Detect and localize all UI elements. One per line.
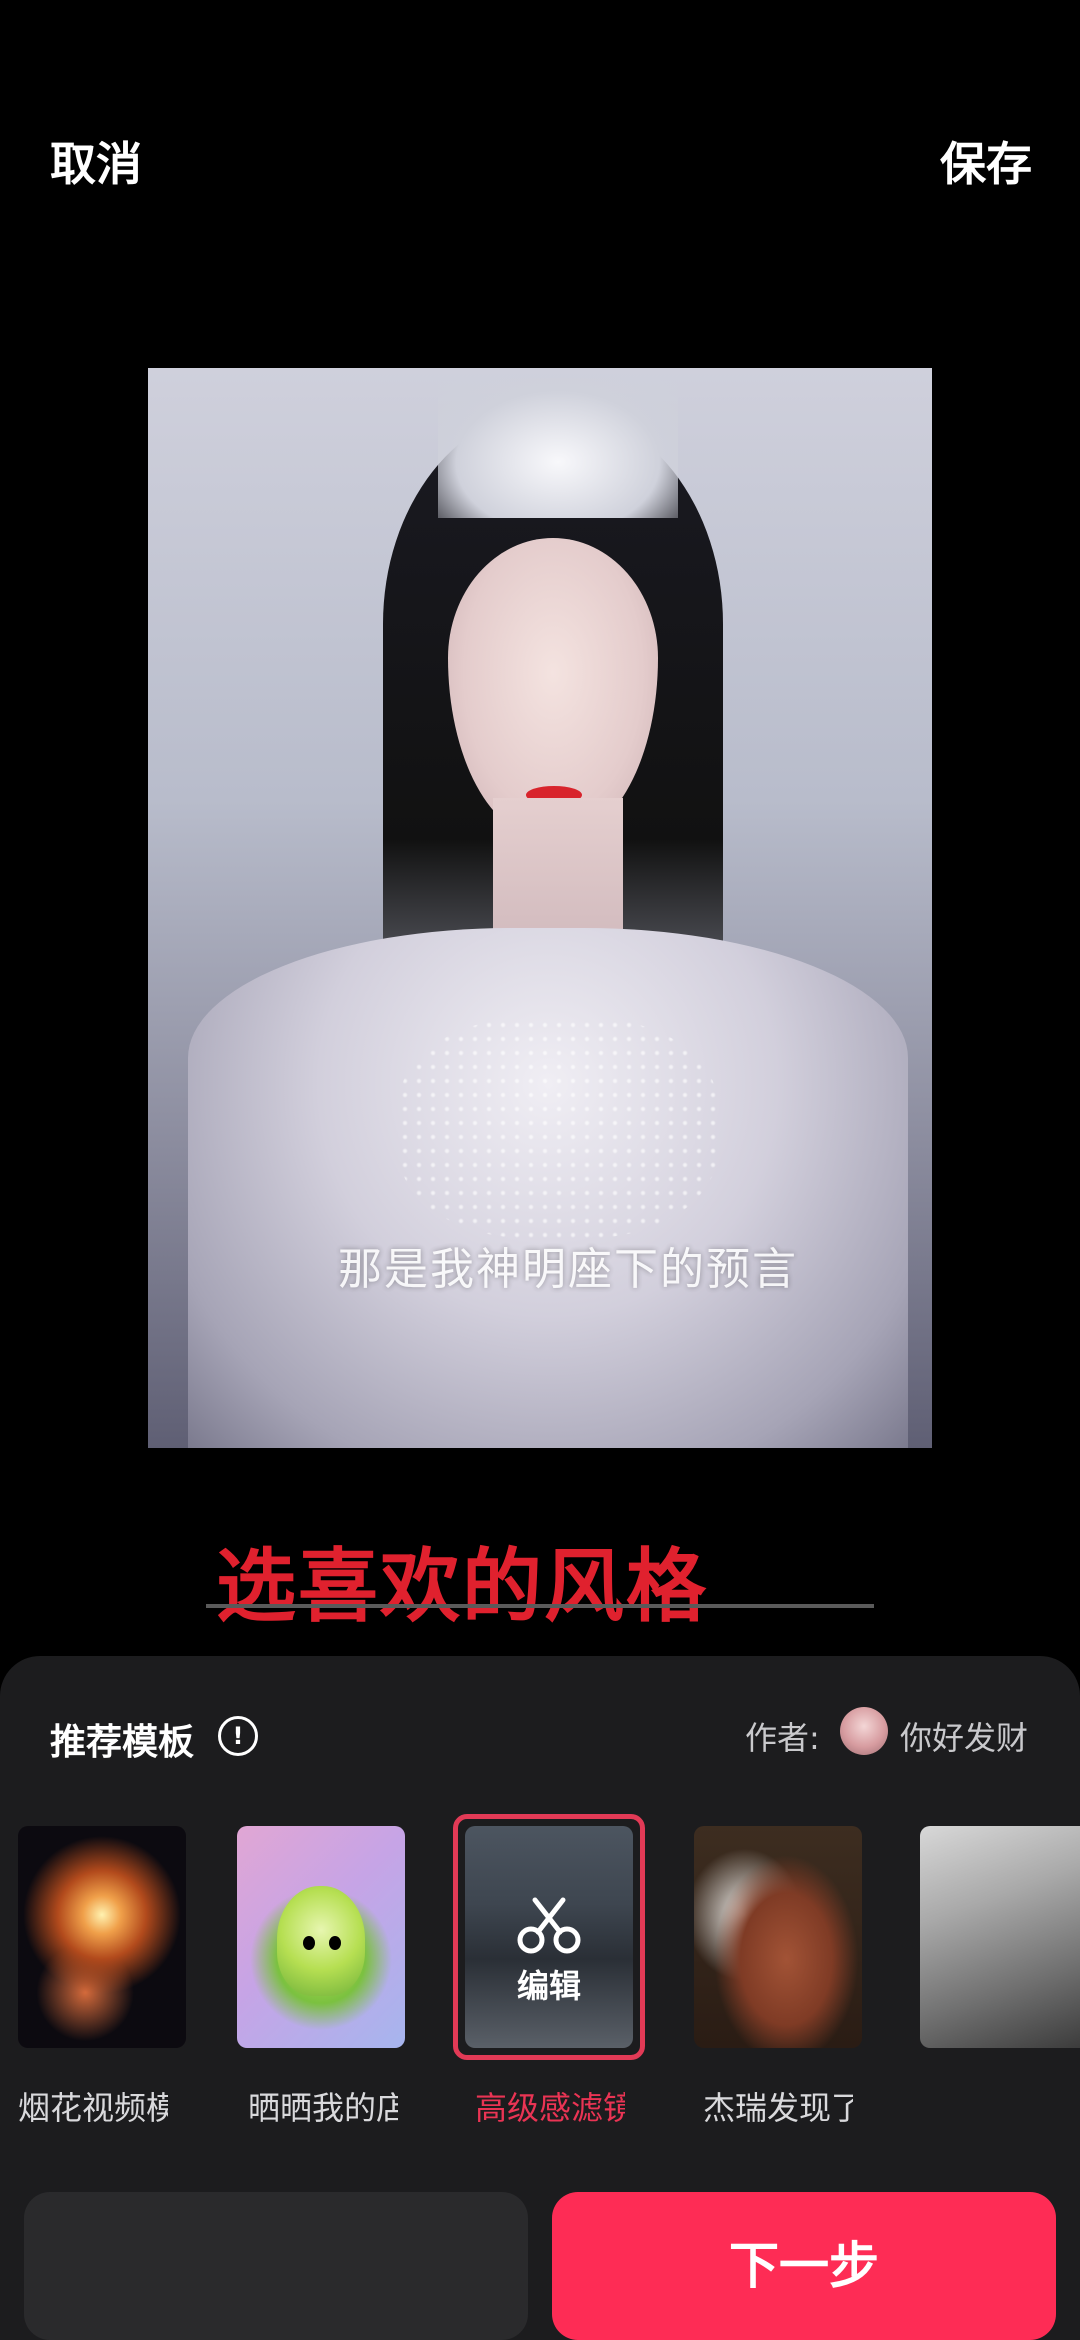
- template-label[interactable]: 烟花视频模: [18, 2083, 168, 2129]
- author-name[interactable]: 你好发财: [900, 1713, 1028, 1759]
- template-label[interactable]: 晒晒我的店: [248, 2083, 398, 2129]
- preview-jewels: [398, 1018, 718, 1238]
- next-step-button[interactable]: 下一步: [552, 2192, 1056, 2340]
- mascot-eye: [329, 1936, 341, 1950]
- save-button[interactable]: 保存: [940, 128, 1032, 194]
- secondary-button[interactable]: [24, 2192, 528, 2340]
- melon-mascot: [277, 1886, 365, 1996]
- preview-subtitle: 那是我神明座下的预言: [338, 1244, 798, 1295]
- template-thumbnail-partial[interactable]: [920, 1826, 1080, 2048]
- info-icon[interactable]: !: [218, 1716, 258, 1756]
- top-bar: 取消 保存: [0, 0, 1080, 330]
- template-label[interactable]: 杰瑞发现了: [703, 2083, 853, 2129]
- video-preview[interactable]: 那是我神明座下的预言: [148, 368, 932, 1448]
- preview-headpiece: [438, 378, 678, 518]
- author-label: 作者:: [745, 1719, 820, 1757]
- author-avatar[interactable]: [840, 1707, 888, 1755]
- hint-underline: [206, 1604, 874, 1608]
- cancel-button[interactable]: 取消: [50, 128, 142, 194]
- template-thumbnail-filter[interactable]: 编辑: [465, 1826, 633, 2048]
- style-hint-text: 选喜欢的风格: [216, 1540, 708, 1633]
- scissors-icon: [517, 1897, 581, 1954]
- template-thumbnail-jerry[interactable]: [694, 1826, 862, 2048]
- mascot-eye: [303, 1936, 315, 1950]
- template-thumbnail-melon[interactable]: [237, 1826, 405, 2048]
- edit-label[interactable]: 编辑: [465, 1961, 633, 2007]
- template-thumbnail-fireworks[interactable]: [18, 1826, 186, 2048]
- recommended-templates-title: 推荐模板: [50, 1722, 195, 1763]
- template-label-selected[interactable]: 高级感滤镜: [475, 2083, 625, 2129]
